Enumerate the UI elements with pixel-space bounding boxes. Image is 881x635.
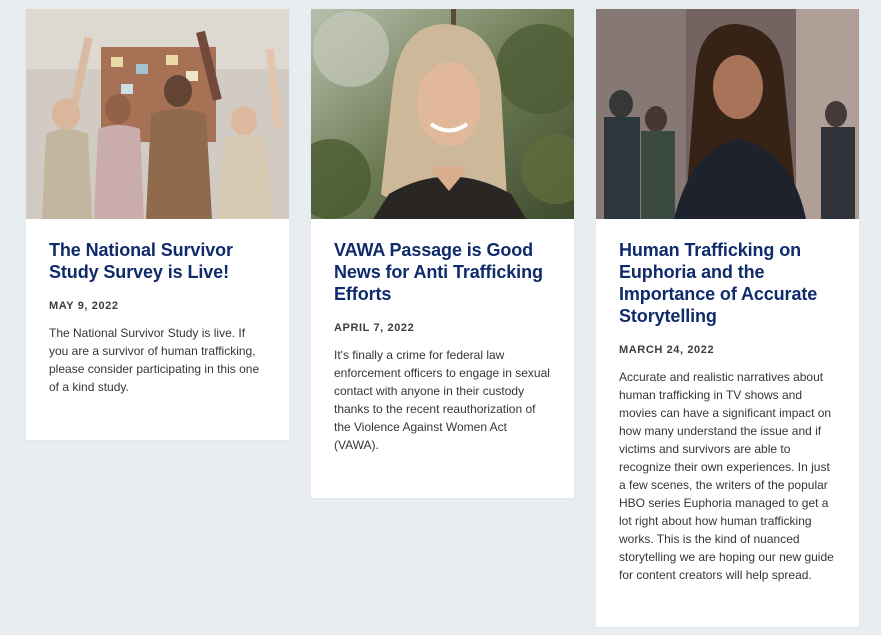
post-card[interactable]: VAWA Passage is Good News for Anti Traff…	[311, 9, 574, 498]
post-excerpt: It's finally a crime for federal law enf…	[334, 348, 550, 452]
post-title-link[interactable]: VAWA Passage is Good News for Anti Traff…	[334, 239, 552, 305]
post-excerpt: The National Survivor Study is live. If …	[49, 326, 260, 394]
post-date: MARCH 24, 2022	[619, 344, 715, 356]
photo-illustration	[596, 9, 859, 219]
post-card[interactable]: Human Trafficking on Euphoria and the Im…	[596, 9, 859, 627]
post-title-link[interactable]: Human Trafficking on Euphoria and the Im…	[619, 239, 837, 327]
post-image-celebrating-group[interactable]	[26, 9, 289, 219]
post-excerpt: Accurate and realistic narratives about …	[619, 370, 834, 582]
post-date: MAY 9, 2022	[49, 300, 119, 312]
post-image-smiling-woman[interactable]	[311, 9, 574, 219]
post-image-euphoria-still[interactable]	[596, 9, 859, 219]
post-title-link[interactable]: The National Survivor Study Survey is Li…	[49, 239, 267, 283]
photo-illustration	[26, 9, 289, 219]
post-date: APRIL 7, 2022	[334, 322, 415, 334]
photo-illustration	[311, 9, 574, 219]
post-card[interactable]: The National Survivor Study Survey is Li…	[26, 9, 289, 440]
